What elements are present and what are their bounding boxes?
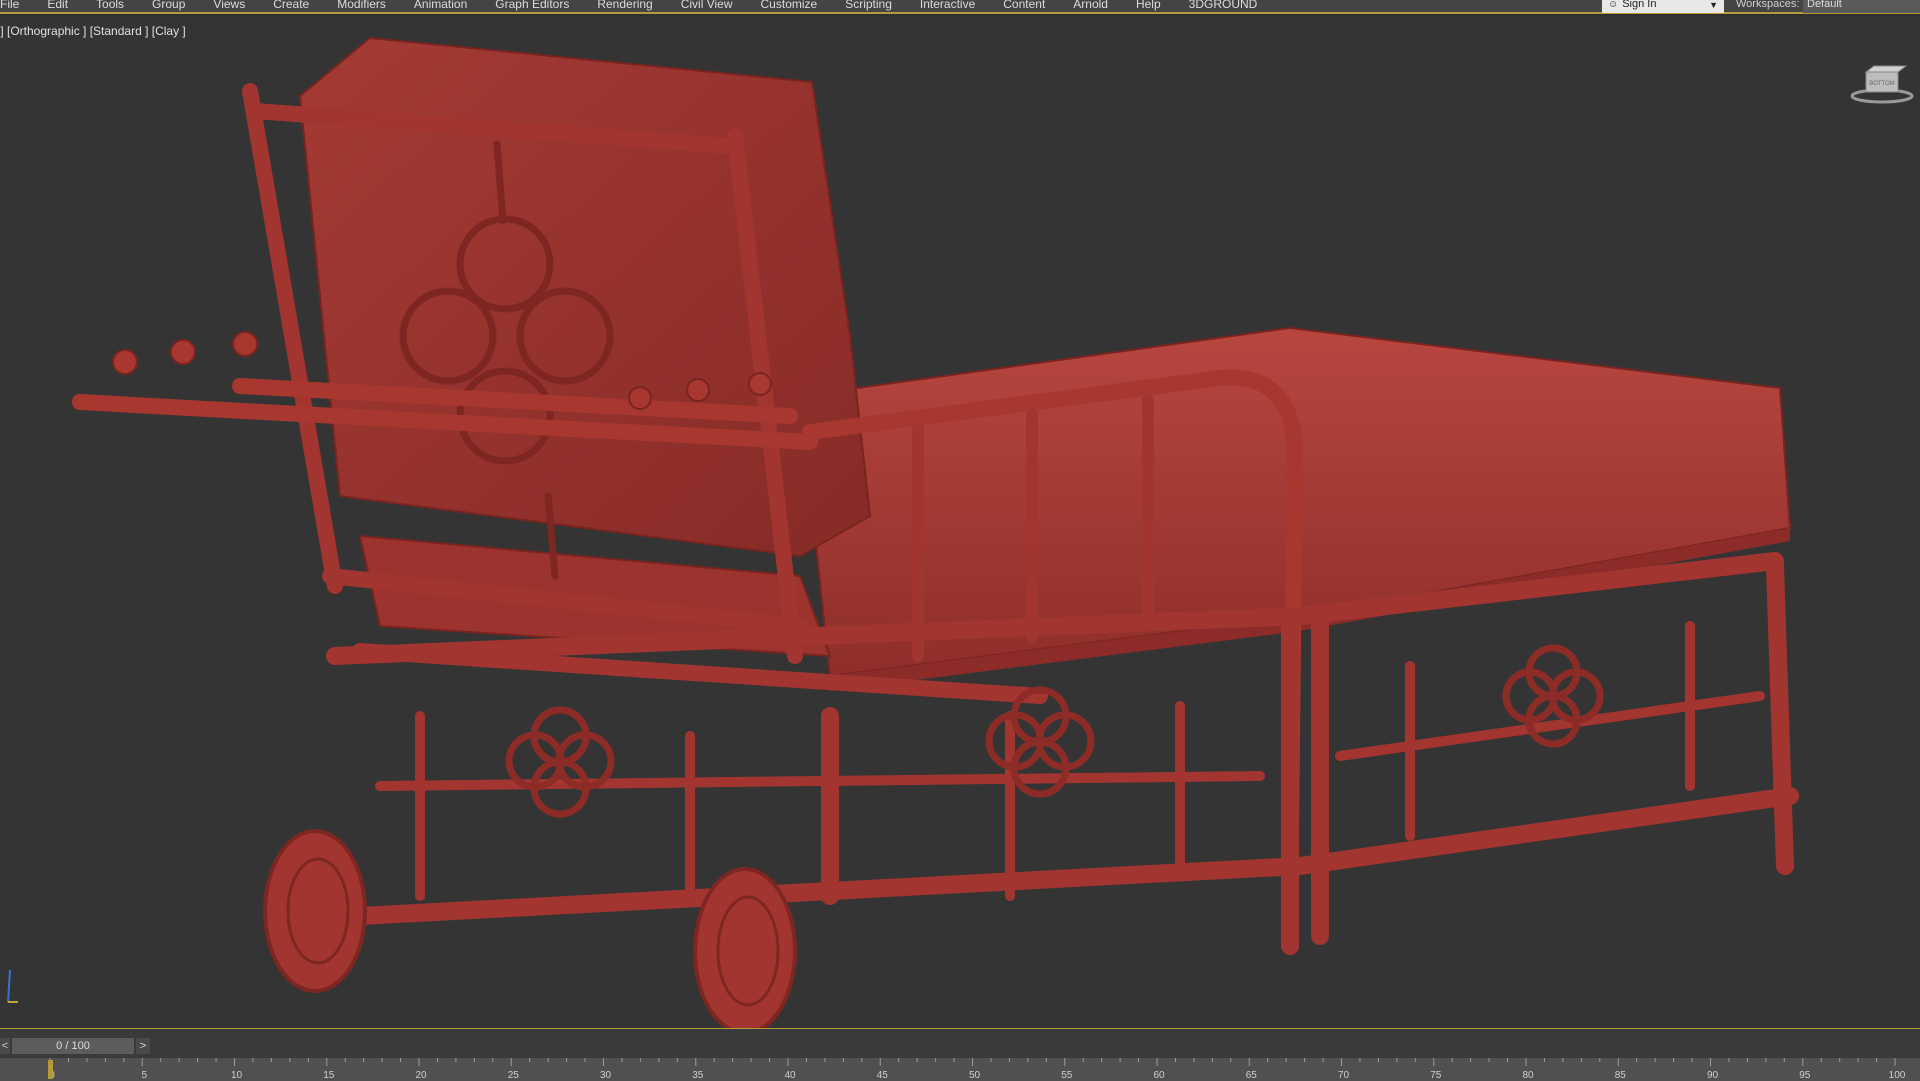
ruler-tick-label: 25 bbox=[508, 1070, 520, 1081]
chaise-lounge-model[interactable] bbox=[0, 16, 1920, 1028]
workspaces-dropdown[interactable]: Default bbox=[1803, 0, 1920, 13]
menu-interactive[interactable]: Interactive bbox=[906, 0, 989, 14]
current-frame-marker[interactable] bbox=[48, 1060, 53, 1079]
ruler-tick-label: 20 bbox=[415, 1070, 427, 1081]
main-menu: File Edit Tools Group Views Create Modif… bbox=[0, 0, 1271, 14]
menu-modifiers[interactable]: Modifiers bbox=[323, 0, 400, 14]
ruler-tick-label: 50 bbox=[969, 1070, 981, 1081]
next-frame-button[interactable]: > bbox=[136, 1038, 150, 1054]
time-slider-panel: < 0 / 100 > 0510152025303540455055606570… bbox=[0, 1028, 1920, 1081]
menu-bar: File Edit Tools Group Views Create Modif… bbox=[0, 0, 1920, 14]
sign-in-dropdown[interactable]: ☺ Sign In ▼ bbox=[1602, 0, 1724, 13]
track-bar[interactable]: 0510152025303540455055606570758085909510… bbox=[0, 1058, 1920, 1081]
menu-customize[interactable]: Customize bbox=[747, 0, 832, 14]
sign-in-label: Sign In bbox=[1622, 0, 1657, 10]
ruler-tick-label: 80 bbox=[1522, 1070, 1534, 1081]
menu-animation[interactable]: Animation bbox=[400, 0, 481, 14]
menu-graph-editors[interactable]: Graph Editors bbox=[481, 0, 583, 14]
menu-tools[interactable]: Tools bbox=[82, 0, 138, 14]
ruler-tick-label: 45 bbox=[877, 1070, 889, 1081]
ruler-tick-label: 90 bbox=[1707, 1070, 1719, 1081]
menu-rendering[interactable]: Rendering bbox=[583, 0, 666, 14]
user-icon: ☺ bbox=[1608, 0, 1619, 10]
ruler-tick-label: 35 bbox=[692, 1070, 704, 1081]
menu-edit[interactable]: Edit bbox=[33, 0, 82, 14]
menu-file[interactable]: File bbox=[0, 0, 33, 14]
ruler-tick-label: 5 bbox=[141, 1070, 147, 1081]
chevron-down-icon: ▼ bbox=[1709, 0, 1718, 10]
ruler-tick-label: 30 bbox=[600, 1070, 612, 1081]
workspaces-label: Workspaces: bbox=[1736, 0, 1800, 10]
axis-tripod-icon bbox=[7, 969, 18, 1003]
perspective-viewport[interactable]: [+] [Orthographic ] [Standard ] [Clay ] bbox=[0, 16, 1920, 1028]
previous-frame-button[interactable]: < bbox=[0, 1038, 10, 1054]
ruler-tick-label: 40 bbox=[784, 1070, 796, 1081]
menu-views[interactable]: Views bbox=[199, 0, 259, 14]
ruler-tick-label: 70 bbox=[1338, 1070, 1350, 1081]
ruler-tick-label: 60 bbox=[1153, 1070, 1165, 1081]
menu-arnold[interactable]: Arnold bbox=[1059, 0, 1122, 14]
ruler-tick-label: 85 bbox=[1615, 1070, 1627, 1081]
menu-content[interactable]: Content bbox=[989, 0, 1059, 14]
view-cube-label: BOTTOM bbox=[1869, 81, 1895, 87]
ruler-tick-label: 75 bbox=[1430, 1070, 1442, 1081]
menu-3dground[interactable]: 3DGROUND bbox=[1175, 0, 1272, 14]
ruler-tick-label: 10 bbox=[231, 1070, 243, 1081]
ruler-tick-label: 55 bbox=[1061, 1070, 1073, 1081]
ruler-tick-label: 15 bbox=[323, 1070, 335, 1081]
view-cube[interactable]: BOTTOM bbox=[1850, 58, 1914, 106]
time-slider[interactable]: 0 / 100 bbox=[12, 1038, 134, 1054]
ruler-tick-label: 95 bbox=[1799, 1070, 1811, 1081]
ruler-tick-label: 65 bbox=[1246, 1070, 1258, 1081]
menu-scripting[interactable]: Scripting bbox=[831, 0, 906, 14]
menu-group[interactable]: Group bbox=[138, 0, 199, 14]
menu-civil-view[interactable]: Civil View bbox=[667, 0, 747, 14]
menu-help[interactable]: Help bbox=[1122, 0, 1175, 14]
menu-create[interactable]: Create bbox=[259, 0, 323, 14]
ruler-tick-label: 100 bbox=[1889, 1070, 1906, 1081]
